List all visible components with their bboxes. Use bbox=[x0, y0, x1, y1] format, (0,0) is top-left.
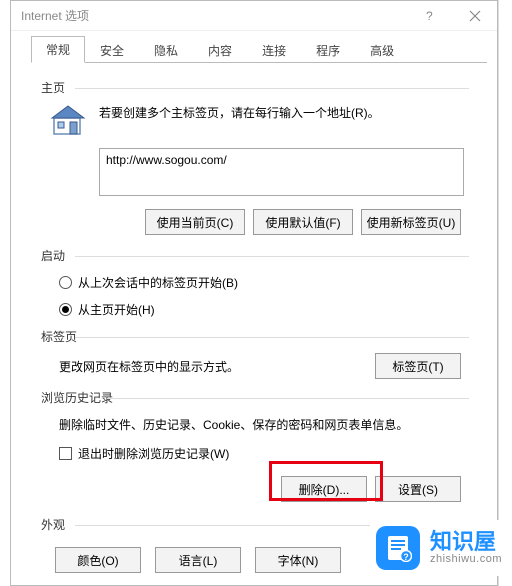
homepage-url-input[interactable] bbox=[99, 148, 464, 196]
tab-programs[interactable]: 程序 bbox=[301, 37, 355, 63]
svg-text:?: ? bbox=[403, 552, 409, 562]
history-settings-button[interactable]: 设置(S) bbox=[375, 476, 461, 502]
tab-privacy[interactable]: 隐私 bbox=[139, 37, 193, 63]
tabstrip: 常规 安全 隐私 内容 连接 程序 高级 bbox=[31, 37, 487, 63]
watermark-domain: zhishiwu.com bbox=[430, 553, 502, 565]
use-current-button[interactable]: 使用当前页(C) bbox=[145, 209, 245, 235]
tab-general[interactable]: 常规 bbox=[31, 36, 85, 63]
home-icon bbox=[49, 102, 87, 140]
general-panel: 主页 若要创建多个主标签页，请在每行输入一个地址(R)。 使用当前页(C) 使用… bbox=[11, 63, 497, 573]
checkbox-delete-on-exit[interactable]: 退出时删除浏览历史记录(W) bbox=[59, 445, 469, 462]
section-homepage: 主页 bbox=[41, 79, 469, 96]
radio-homepage[interactable]: 从主页开始(H) bbox=[59, 301, 469, 318]
svg-text:?: ? bbox=[426, 10, 433, 22]
right-sliver bbox=[498, 0, 512, 586]
close-button[interactable] bbox=[452, 1, 497, 31]
fonts-button[interactable]: 字体(N) bbox=[255, 547, 341, 573]
tabs-description: 更改网页在标签页中的显示方式。 bbox=[59, 358, 239, 375]
colors-button[interactable]: 颜色(O) bbox=[55, 547, 141, 573]
radio-last-session[interactable]: 从上次会话中的标签页开始(B) bbox=[59, 274, 469, 291]
languages-button[interactable]: 语言(L) bbox=[155, 547, 241, 573]
homepage-instruction: 若要创建多个主标签页，请在每行输入一个地址(R)。 bbox=[99, 102, 380, 140]
tab-content[interactable]: 内容 bbox=[193, 37, 247, 63]
use-newtab-button[interactable]: 使用新标签页(U) bbox=[361, 209, 461, 235]
radio-label-last: 从上次会话中的标签页开始(B) bbox=[78, 274, 238, 291]
tab-security[interactable]: 安全 bbox=[85, 37, 139, 63]
help-button[interactable]: ? bbox=[407, 1, 452, 31]
checkbox-label: 退出时删除浏览历史记录(W) bbox=[78, 445, 229, 462]
internet-options-window: Internet 选项 ? 常规 安全 隐私 内容 连接 程序 高级 主页 bbox=[10, 0, 498, 586]
section-startup: 启动 bbox=[41, 247, 469, 264]
titlebar: Internet 选项 ? bbox=[11, 1, 497, 31]
checkbox-icon bbox=[59, 447, 72, 460]
watermark-name: 知识屋 bbox=[430, 531, 502, 553]
history-description: 删除临时文件、历史记录、Cookie、保存的密码和网页表单信息。 bbox=[59, 416, 469, 433]
radio-label-home: 从主页开始(H) bbox=[78, 301, 155, 318]
section-history: 浏览历史记录 bbox=[41, 389, 469, 406]
radio-icon bbox=[59, 303, 72, 316]
watermark: ? 知识屋 zhishiwu.com bbox=[370, 520, 512, 576]
use-default-button[interactable]: 使用默认值(F) bbox=[253, 209, 353, 235]
section-tabs: 标签页 bbox=[41, 328, 469, 345]
watermark-icon: ? bbox=[376, 526, 420, 570]
tab-connections[interactable]: 连接 bbox=[247, 37, 301, 63]
tab-advanced[interactable]: 高级 bbox=[355, 37, 409, 63]
window-title: Internet 选项 bbox=[21, 7, 407, 24]
radio-icon bbox=[59, 276, 72, 289]
delete-button[interactable]: 删除(D)... bbox=[281, 476, 367, 502]
tabs-button[interactable]: 标签页(T) bbox=[375, 353, 461, 379]
